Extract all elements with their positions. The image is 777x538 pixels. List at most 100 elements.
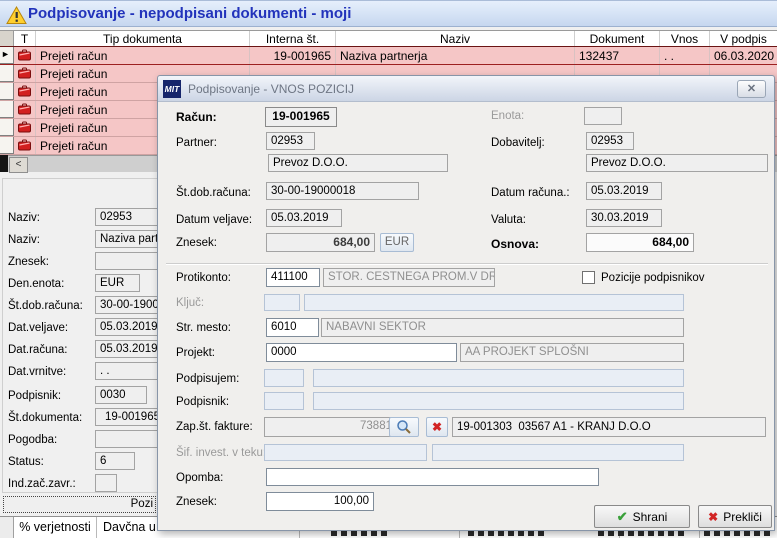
cancel-button[interactable]: ✖ Prekliči [698, 505, 772, 528]
warning-icon [6, 5, 27, 30]
znesek2-label: Znesek: [176, 496, 217, 508]
str-mesto-code-input[interactable]: 6010 [266, 318, 319, 337]
datum-racuna-label: Datum računa.: [491, 187, 570, 199]
red-folder-icon [14, 137, 36, 154]
col-header-tip-dokumenta[interactable]: Tip dokumenta [36, 31, 250, 46]
col-header-dokument[interactable]: Dokument [575, 31, 660, 46]
field-label: Pogodba: [8, 434, 58, 446]
red-folder-icon [14, 119, 36, 136]
st-dob-racuna-field: 30-00-19000018 [266, 182, 419, 200]
projekt-code-input[interactable]: 0000 [266, 343, 457, 362]
zap-st-fakture-desc-field: 19-001303 03567 A1 - KRANJ D.O.O [452, 417, 766, 437]
col-header-naziv[interactable]: Naziv [336, 31, 575, 46]
cancel-button-label: Prekliči [723, 509, 762, 524]
grid-header-row: T Tip dokumenta Interna št. Naziv Dokume… [0, 30, 777, 47]
pozicije-button[interactable]: Pozi [3, 496, 156, 513]
bottom-gutter [0, 517, 14, 538]
sif-invest-desc-field [432, 444, 684, 461]
sif-invest-code-field [264, 444, 427, 461]
datum-racuna-field: 05.03.2019 [586, 182, 662, 200]
separator [166, 263, 768, 265]
cell-tip[interactable]: Prejeti račun [36, 47, 250, 64]
status-field: 6 [95, 452, 135, 470]
search-icon[interactable] [389, 417, 419, 437]
cell-vnos[interactable]: . . [660, 47, 710, 64]
field-label: Den.enota: [8, 278, 65, 290]
partner-code-field: 02953 [266, 132, 315, 150]
opomba-label: Opomba: [176, 472, 224, 484]
str-mesto-desc-field: NABAVNI SEKTOR [321, 318, 684, 337]
dobavitelj-code-field: 02953 [586, 132, 634, 150]
opomba-input[interactable] [266, 468, 599, 486]
partner-name-field: Prevoz D.O.O. [268, 154, 448, 172]
field-label: Dat.računa: [8, 344, 68, 356]
enota-label: Enota: [491, 110, 525, 122]
protikonto-label: Protikonto: [176, 272, 231, 284]
col-header-vnos[interactable]: Vnos [660, 31, 710, 46]
podpisujem-desc-field [313, 369, 684, 387]
racun-field: 19-001965 [265, 107, 337, 127]
check-icon: ✔ [616, 508, 628, 524]
field-label: Naziv: [8, 234, 40, 246]
clipped-text [704, 531, 770, 536]
kljuc-code-field [264, 294, 300, 311]
znesek-field: 684,00 [266, 233, 375, 252]
den-enota-field: EUR [95, 274, 140, 292]
st-dob-racuna-label: Št.dob.računa: [176, 187, 251, 199]
pozicije-podpisnikov-label: Pozicije podpisnikov [601, 272, 705, 284]
cell-dokument[interactable]: 132437 [575, 47, 660, 64]
racun-label: Račun: [176, 110, 217, 124]
app-window: Podpisovanje - nepodpisani dokumenti - m… [0, 0, 777, 538]
field-label: Status: [8, 456, 44, 468]
zap-st-fakture-label: Zap.št. fakture: [176, 421, 253, 433]
close-icon[interactable]: ✕ [737, 80, 766, 98]
field-label: Znesek: [8, 256, 49, 268]
row-marker-icon: ► [0, 47, 14, 64]
splitter-handle[interactable] [0, 155, 8, 172]
valuta-field: 30.03.2019 [586, 209, 662, 227]
ind-zac-zavr-field [95, 474, 117, 492]
cell-interna[interactable]: 19-001965 [250, 47, 336, 64]
podpisnik-label: Podpisnik: [176, 396, 230, 408]
clipped-text [468, 531, 546, 536]
eur-button[interactable]: EUR [380, 233, 414, 252]
dobavitelj-label: Dobavitelj: [491, 137, 545, 149]
datum-veljave-label: Datum veljave: [176, 214, 253, 226]
col-header-interna-st[interactable]: Interna št. [250, 31, 336, 46]
save-button[interactable]: ✔ Shrani [594, 505, 690, 528]
cell-naziv[interactable]: Naziva partnerja [336, 47, 575, 64]
row-gutter [0, 119, 14, 136]
znesek2-input[interactable]: 100,00 [266, 492, 374, 511]
field-label: Naziv: [8, 212, 40, 224]
grid-corner-cell [0, 31, 14, 46]
col-header-v-podpis[interactable]: V podpis [710, 31, 777, 46]
podpisnik-code-field [264, 392, 304, 410]
osnova-field: 684,00 [586, 233, 694, 252]
dialog-titlebar[interactable]: MIT Podpisovanje - VNOS POZICIJ [158, 76, 774, 102]
table-row[interactable]: ► Prejeti račun 19-001965 Naziva partner… [0, 47, 777, 65]
clear-icon[interactable]: ✖ [426, 417, 448, 437]
kljuc-label: Ključ: [176, 297, 205, 309]
field-label: Dat.veljave: [8, 322, 69, 334]
col-header-t[interactable]: T [14, 31, 36, 46]
row-gutter [0, 137, 14, 154]
pozicije-podpisnikov-checkbox[interactable] [582, 271, 595, 284]
red-folder-icon [14, 83, 36, 100]
save-button-label: Shrani [632, 509, 668, 524]
scroll-left-icon[interactable]: < [9, 157, 28, 173]
kljuc-desc-field [304, 294, 684, 311]
main-titlebar[interactable]: Podpisovanje - nepodpisani dokumenti - m… [0, 0, 777, 27]
protikonto-desc-field: STOR. CESTNEGA PROM.V DRŽ [323, 268, 495, 287]
cross-icon: ✖ [708, 509, 719, 524]
dobavitelj-name-field: Prevoz D.O.O. [586, 154, 768, 172]
podpisujem-label: Podpisujem: [176, 373, 240, 385]
znesek-label: Znesek: [176, 237, 217, 249]
vnos-pozicij-dialog: MIT Podpisovanje - VNOS POZICIJ ✕ Račun:… [157, 75, 775, 531]
st-dokumenta-field: 19-001965 [95, 408, 165, 426]
cell-v-podpis[interactable]: 06.03.2020 [710, 47, 777, 64]
row-gutter [0, 101, 14, 118]
col-header-verjetnost[interactable]: % verjetnosti [14, 517, 97, 538]
str-mesto-label: Str. mesto: [176, 322, 231, 334]
red-folder-icon [14, 65, 36, 82]
protikonto-code-input[interactable]: 411100 [266, 268, 320, 287]
